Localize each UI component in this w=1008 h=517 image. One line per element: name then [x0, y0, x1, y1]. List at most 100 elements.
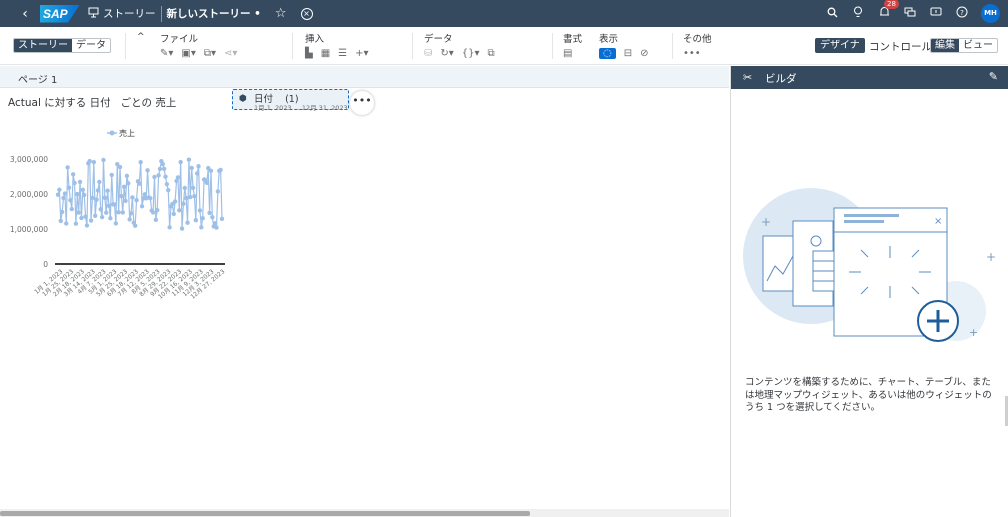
formula-icon[interactable]: {}▾	[462, 48, 480, 59]
sales-data-point	[98, 207, 103, 212]
view-mode-button[interactable]: ビュー	[959, 39, 997, 52]
refresh-icon[interactable]: ↻▾	[440, 48, 453, 59]
filter-range: 1月 1, 2023 ... 12月 31, 2023	[254, 104, 348, 112]
sales-data-point	[214, 225, 219, 230]
story-canvas[interactable]: Actual に対する 日付 ごとの 売上 ⬢ 日付 (1) 1月 1, 202…	[0, 89, 729, 509]
sales-data-point	[112, 202, 117, 207]
shell-bar: ‹ SAP ストーリー 新しいストーリー • ☆ × 28 ? MH	[0, 0, 1008, 27]
file-group-label: ファイル	[160, 34, 199, 45]
date-filter-chip[interactable]: ⬢ 日付 (1) 1月 1, 2023 ... 12月 31, 2023	[232, 89, 349, 112]
add-icon[interactable]: +▾	[355, 48, 368, 59]
mode-switch: ストーリー データ	[13, 38, 111, 53]
sales-data-point	[197, 208, 203, 213]
mode-data-button[interactable]: データ	[72, 39, 110, 52]
horizontal-scrollbar[interactable]	[0, 509, 729, 517]
sap-logo[interactable]: SAP	[40, 4, 80, 23]
legend-marker	[109, 130, 115, 136]
input-control-icon[interactable]: ☰	[338, 48, 347, 59]
comment-icon[interactable]: ◌	[599, 48, 616, 59]
lightbulb-icon[interactable]	[845, 6, 871, 21]
sales-data-point	[126, 181, 131, 186]
tab-page-1[interactable]: ページ 1	[18, 71, 58, 91]
edit-view-switch: 編集 ビュー	[930, 38, 998, 53]
sales-data-point	[186, 157, 192, 162]
sales-data-point	[102, 195, 108, 201]
sales-data-point	[73, 221, 79, 226]
close-circle-icon[interactable]: ×	[300, 7, 313, 20]
toolbar-divider	[412, 33, 413, 59]
help-icon[interactable]: ?	[949, 6, 975, 21]
back-icon[interactable]: ‹	[14, 6, 36, 22]
sales-data-point	[87, 158, 92, 164]
sales-data-point	[155, 207, 160, 213]
favorite-star-icon[interactable]: ☆	[275, 6, 287, 21]
mode-story-button[interactable]: ストーリー	[14, 39, 72, 52]
sales-data-point	[81, 192, 87, 198]
view-group-label: 表示	[599, 34, 619, 45]
sales-data-point	[93, 213, 98, 218]
sales-data-point	[70, 172, 76, 177]
format-icon[interactable]: ▤	[563, 48, 572, 59]
sales-data-point	[179, 226, 185, 231]
sales-data-point	[77, 179, 83, 185]
table-icon[interactable]: ▦	[321, 48, 330, 59]
linked-analysis-icon[interactable]: ⧉	[488, 48, 495, 59]
edit-icon[interactable]: ✎▾	[160, 48, 173, 59]
sales-data-point	[218, 167, 223, 173]
sales-data-point	[88, 218, 94, 223]
sales-data-point	[119, 193, 124, 199]
sales-data-point	[79, 215, 84, 221]
designer-button[interactable]: デザイナ	[815, 38, 865, 53]
sales-line-chart[interactable]: 売上3,000,0002,000,0001,000,00001月 1, 2023…	[0, 117, 240, 327]
control-button[interactable]: コントロール	[869, 39, 932, 54]
toolbar-divider	[292, 33, 293, 59]
builder-title: ビルダ	[765, 73, 797, 85]
chart-title: Actual に対する 日付 ごとの 売上	[8, 97, 177, 109]
widget-more-button[interactable]: •••	[350, 91, 374, 115]
sales-data-point	[105, 188, 110, 193]
notifications-icon[interactable]: 28	[871, 0, 899, 21]
svg-text:+: +	[969, 326, 978, 339]
builder-help-text: コンテンツを構築するために、チャート、テーブル、または地理マップウィジェット、あ…	[745, 377, 992, 413]
y-tick-label: 3,000,000	[10, 155, 48, 164]
y-tick-label: 1,000,000	[10, 225, 48, 234]
discussions-icon[interactable]	[897, 7, 923, 21]
copy-icon[interactable]: ⧉▾	[204, 48, 216, 59]
scrollbar-thumb[interactable]	[0, 511, 530, 516]
sales-data-point	[99, 214, 105, 220]
layout-icon[interactable]: ⊟	[624, 48, 632, 59]
sales-data-point	[109, 172, 114, 178]
edit-mode-button[interactable]: 編集	[931, 39, 959, 52]
search-icon[interactable]	[819, 7, 845, 21]
sales-data-point	[106, 203, 112, 209]
chart-icon[interactable]: ▙	[305, 48, 313, 59]
sales-data-point	[190, 185, 196, 191]
sales-data-point	[91, 159, 97, 165]
other-group-label: その他	[683, 34, 712, 45]
check-icon[interactable]: ⊘	[640, 48, 648, 59]
sales-data-point	[212, 221, 218, 226]
share-icon[interactable]: ⋖▾	[224, 48, 237, 59]
format-group-label: 書式	[563, 34, 583, 45]
sales-data-point	[219, 216, 225, 222]
sales-data-point	[196, 164, 201, 169]
pin-icon[interactable]: ✎	[989, 70, 998, 83]
sales-data-point	[138, 159, 143, 165]
collapse-toolbar-icon[interactable]: ^	[137, 32, 145, 42]
sales-data-point	[83, 214, 88, 219]
avatar[interactable]: MH	[981, 4, 1000, 23]
feedback-icon[interactable]	[923, 7, 949, 21]
sales-data-point	[59, 209, 65, 215]
data-source-icon[interactable]: ⛁	[424, 48, 432, 59]
sales-data-point	[69, 206, 74, 212]
sales-data-point	[55, 192, 61, 197]
sales-data-point	[72, 180, 77, 186]
sales-data-point	[80, 187, 86, 192]
story-label[interactable]: ストーリー	[103, 6, 156, 21]
sales-data-point	[68, 198, 73, 203]
save-icon[interactable]: ▣▾	[181, 48, 195, 59]
sales-data-point	[152, 174, 157, 180]
more-options-icon[interactable]: •••	[683, 48, 701, 59]
insert-group-label: 挿入	[305, 34, 325, 45]
sales-data-point	[157, 166, 163, 172]
